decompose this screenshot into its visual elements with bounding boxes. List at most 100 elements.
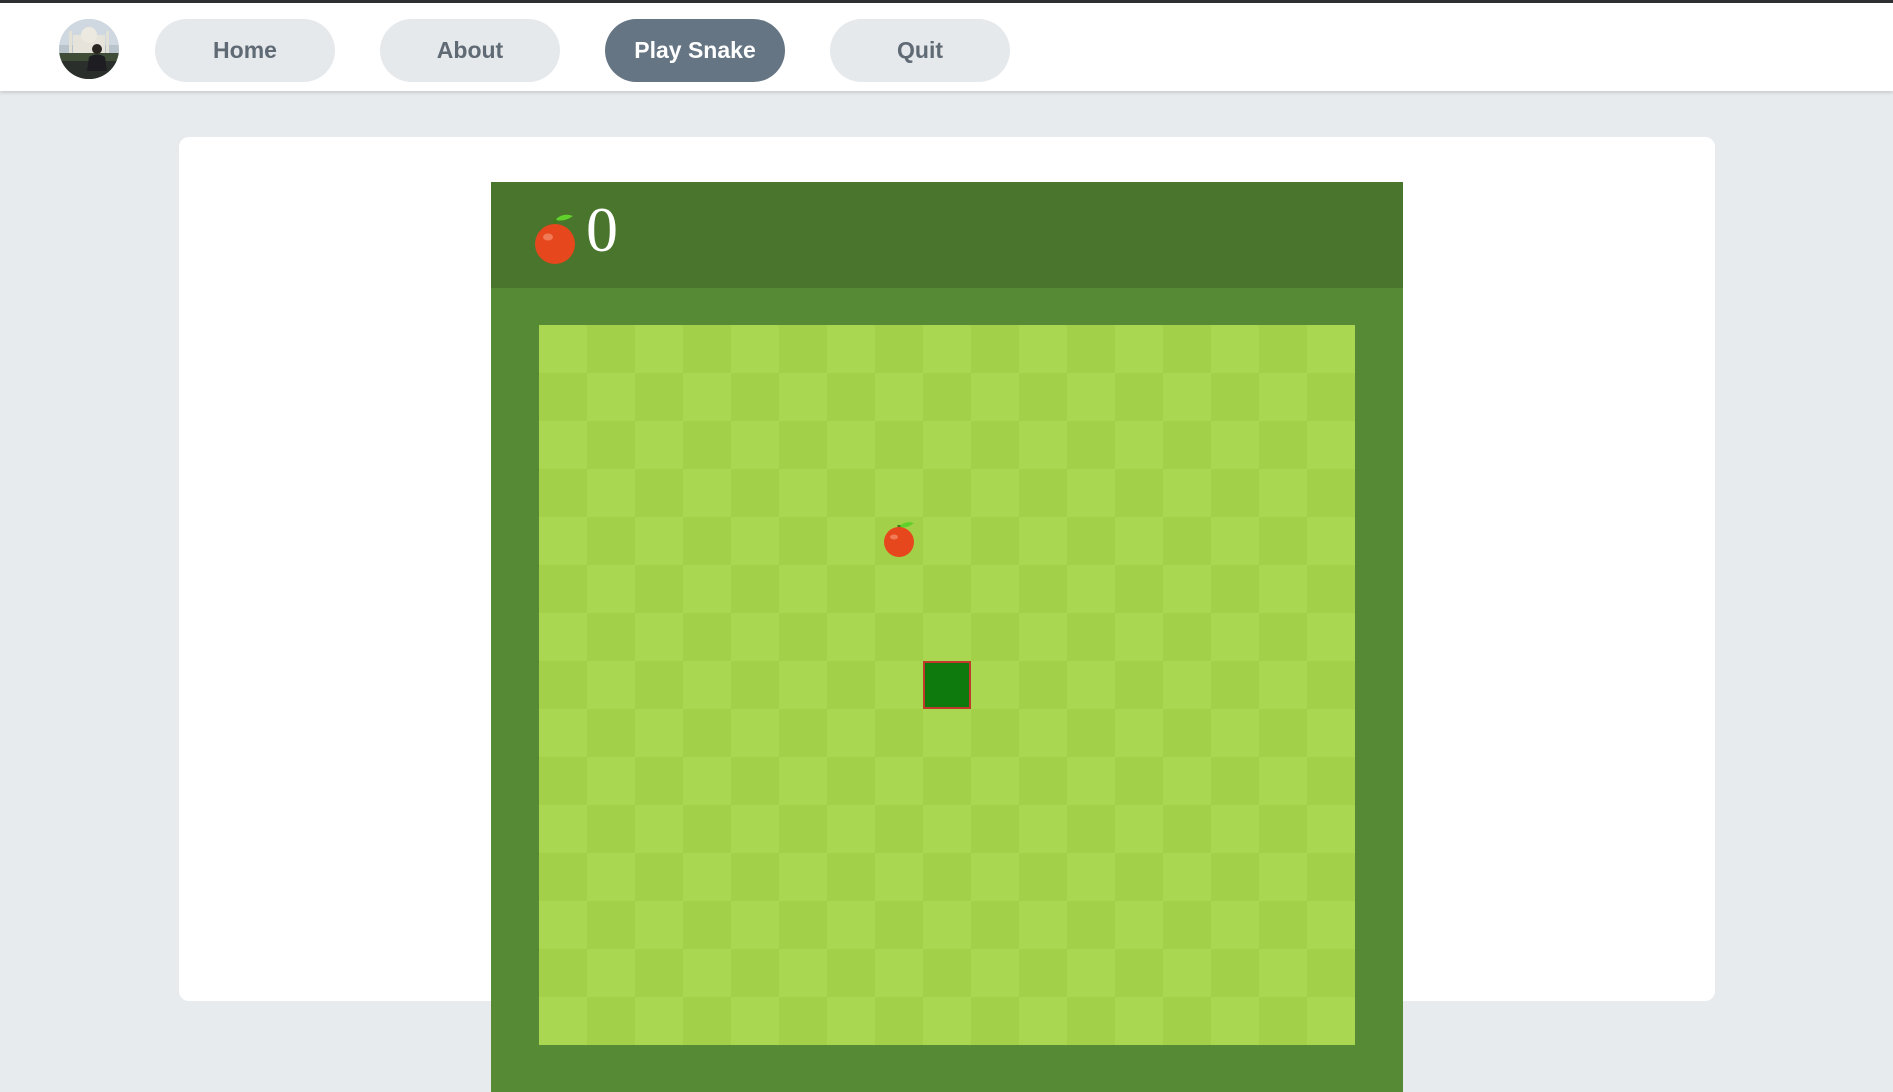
board-tile	[875, 805, 923, 853]
board-tile	[1067, 901, 1115, 949]
board-tile	[1211, 661, 1259, 709]
avatar[interactable]	[59, 19, 119, 79]
nav-about-button[interactable]: About	[380, 19, 560, 82]
board-tile	[635, 613, 683, 661]
board-tile	[683, 421, 731, 469]
board-tile	[1211, 613, 1259, 661]
board-tile	[1259, 997, 1307, 1045]
board-tile	[1163, 997, 1211, 1045]
board-tile	[1115, 709, 1163, 757]
board-tile	[1067, 565, 1115, 613]
board-tile	[1019, 709, 1067, 757]
board-tile	[1211, 805, 1259, 853]
board-tile	[1211, 901, 1259, 949]
board-tile	[683, 853, 731, 901]
board-tile	[683, 373, 731, 421]
board-tile	[539, 757, 587, 805]
board-tile	[1115, 517, 1163, 565]
board-tile	[1067, 469, 1115, 517]
nav-play-snake-button[interactable]: Play Snake	[605, 19, 785, 82]
board-tile	[587, 997, 635, 1045]
board-tile	[1307, 709, 1355, 757]
board-tile	[1259, 517, 1307, 565]
board-tile	[827, 421, 875, 469]
board-tile	[587, 613, 635, 661]
board-tile	[731, 421, 779, 469]
board-tile	[779, 757, 827, 805]
board-tile	[1259, 709, 1307, 757]
board-tile	[923, 757, 971, 805]
board-tile	[779, 853, 827, 901]
board-tile	[1163, 901, 1211, 949]
board-tile	[875, 421, 923, 469]
board-tile	[731, 565, 779, 613]
board-tile	[779, 901, 827, 949]
board-tile	[1067, 613, 1115, 661]
board-tile	[1019, 661, 1067, 709]
board-tile	[683, 325, 731, 373]
board-tile	[539, 997, 587, 1045]
board-tile	[1211, 373, 1259, 421]
board-tile	[1115, 757, 1163, 805]
board-tile	[1259, 757, 1307, 805]
board-tile	[971, 373, 1019, 421]
game-board[interactable]	[539, 325, 1355, 1045]
score-counter: 0	[586, 194, 618, 265]
board-tile	[779, 613, 827, 661]
board-canvas[interactable]	[539, 325, 1355, 1045]
board-tile	[971, 517, 1019, 565]
board-tile	[635, 997, 683, 1045]
board-tile	[779, 949, 827, 997]
board-tile	[971, 613, 1019, 661]
nav-home-button[interactable]: Home	[155, 19, 335, 82]
board-tile	[635, 709, 683, 757]
board-tile	[779, 709, 827, 757]
board-tile	[923, 469, 971, 517]
board-tile	[1115, 613, 1163, 661]
board-tile	[779, 661, 827, 709]
board-tile	[779, 997, 827, 1045]
board-tile	[683, 757, 731, 805]
board-tile	[1163, 949, 1211, 997]
board-tile	[1019, 565, 1067, 613]
board-tile	[1163, 421, 1211, 469]
board-tile	[587, 517, 635, 565]
board-tile	[1211, 517, 1259, 565]
board-tile	[827, 709, 875, 757]
board-tile	[1163, 805, 1211, 853]
board-tile	[587, 805, 635, 853]
board-tile	[683, 949, 731, 997]
board-tile	[971, 853, 1019, 901]
board-tile	[731, 373, 779, 421]
board-tile	[923, 421, 971, 469]
board-tile	[1211, 997, 1259, 1045]
board-tile	[971, 709, 1019, 757]
snake-game[interactable]: 0	[491, 182, 1403, 1092]
board-tile	[731, 901, 779, 949]
board-tile	[1307, 565, 1355, 613]
board-tile	[1259, 565, 1307, 613]
board-tile	[1163, 517, 1211, 565]
board-tile	[971, 565, 1019, 613]
board-tile	[875, 373, 923, 421]
board-tile	[1259, 901, 1307, 949]
board-tile	[971, 949, 1019, 997]
board-tile	[587, 709, 635, 757]
nav-quit-button[interactable]: Quit	[830, 19, 1010, 82]
board-tile	[1019, 757, 1067, 805]
board-tile	[1115, 373, 1163, 421]
board-tile	[875, 901, 923, 949]
board-tile	[1115, 421, 1163, 469]
board-tile	[1163, 709, 1211, 757]
board-tile	[1115, 949, 1163, 997]
board-tile	[1067, 757, 1115, 805]
board-tile	[1115, 805, 1163, 853]
snake-segment	[923, 661, 971, 709]
board-tile	[827, 949, 875, 997]
board-tile	[923, 709, 971, 757]
board-tile	[1115, 325, 1163, 373]
board-tile	[1163, 325, 1211, 373]
board-tile	[587, 901, 635, 949]
board-tile	[1067, 325, 1115, 373]
board-tile	[1115, 469, 1163, 517]
